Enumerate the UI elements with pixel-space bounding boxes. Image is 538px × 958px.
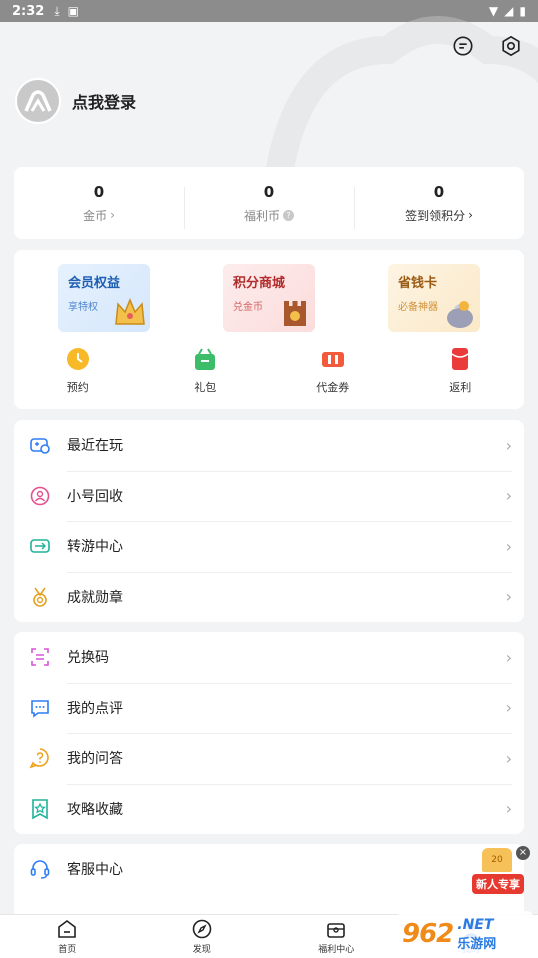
stat-coins[interactable]: 0 金币 › bbox=[14, 183, 184, 224]
gift-icon bbox=[195, 348, 216, 370]
tab-label: 福利中心 bbox=[318, 945, 355, 955]
menu-label: 客服中心 bbox=[67, 862, 123, 879]
menu-label: 兑换码 bbox=[67, 650, 109, 667]
menu-label: 我的点评 bbox=[67, 700, 123, 717]
menu-label: 我的问答 bbox=[67, 751, 123, 768]
message-icon[interactable] bbox=[450, 33, 476, 59]
quick-reservation[interactable]: 预约 bbox=[14, 346, 142, 395]
chevron-right-icon: › bbox=[505, 698, 512, 718]
stat-checkin-points[interactable]: 0 签到领积分 › bbox=[354, 182, 524, 229]
chevron-right-icon: › bbox=[110, 208, 115, 222]
chevron-right-icon: › bbox=[505, 799, 512, 819]
promo-title: 省钱卡 bbox=[398, 276, 438, 291]
chevron-right-icon: › bbox=[468, 208, 473, 222]
question-icon: ? bbox=[283, 209, 294, 221]
menu-item-transfer-center[interactable]: 转游中心 › bbox=[14, 521, 524, 572]
menu-item-guide-favorites[interactable]: 攻略收藏 › bbox=[14, 783, 524, 835]
transfer-game-icon bbox=[29, 535, 51, 557]
avatar[interactable] bbox=[15, 78, 61, 124]
menu-item-my-qa[interactable]: 我的问答 › bbox=[14, 733, 524, 784]
stat-coins-value: 0 bbox=[93, 182, 105, 201]
stat-welfare-coins[interactable]: 0 福利币? bbox=[184, 182, 354, 229]
crown-icon bbox=[115, 298, 145, 325]
download-icon: ⤓ bbox=[54, 3, 60, 18]
watermark-cn: 乐游网 bbox=[457, 936, 497, 952]
menu-item-recently-played[interactable]: 最近在玩 › bbox=[14, 420, 524, 471]
site-watermark: 962 .NET 乐游网 bbox=[398, 911, 533, 957]
promo-title: 积分商城 bbox=[233, 276, 286, 291]
castle-icon bbox=[284, 301, 306, 326]
tab-welfare-center[interactable]: 福利中心 bbox=[269, 915, 404, 958]
promo-saving-card[interactable]: 省钱卡 必备神器 bbox=[388, 264, 480, 332]
compass-icon bbox=[192, 919, 212, 939]
scan-code-icon bbox=[29, 646, 51, 668]
bookmark-star-icon bbox=[29, 798, 51, 820]
menu-group-2: 兑换码 › 我的点评 › 我的问答 › 攻略收藏 › bbox=[14, 632, 524, 834]
settings-icon[interactable] bbox=[498, 33, 524, 59]
status-time: 2:32 bbox=[12, 3, 45, 19]
welfare-box-icon bbox=[327, 923, 346, 938]
quick-label: 返利 bbox=[449, 381, 472, 394]
newcomer-floating-badge[interactable]: 20 新人专享 × bbox=[470, 846, 530, 898]
stat-checkin-label: 签到领积分 › bbox=[405, 208, 473, 223]
menu-item-my-reviews[interactable]: 我的点评 › bbox=[14, 682, 524, 734]
watermark-net: .NET bbox=[457, 916, 494, 933]
tab-label: 首页 bbox=[58, 945, 77, 955]
menu-label: 最近在玩 bbox=[67, 438, 123, 455]
medal-icon bbox=[29, 586, 51, 608]
menu-label: 成就勋章 bbox=[67, 589, 123, 606]
quick-label: 预约 bbox=[66, 381, 89, 394]
profile-login[interactable]: 点我登录 bbox=[15, 78, 136, 124]
benefits-card: 会员权益 享特权 积分商城 兑金币 省钱卡 必备神器 预约 礼包 代金券 返利 bbox=[14, 250, 524, 409]
tab-discover[interactable]: 发现 bbox=[135, 915, 270, 958]
quick-gift-pack[interactable]: 礼包 bbox=[142, 346, 270, 395]
promo-points-mall[interactable]: 积分商城 兑金币 bbox=[223, 264, 315, 332]
coupon-icon bbox=[321, 352, 344, 367]
newcomer-text: 新人专享 bbox=[472, 874, 524, 894]
stat-welfare-label: 福利币? bbox=[244, 207, 294, 224]
chevron-right-icon: › bbox=[505, 536, 512, 556]
menu-label: 转游中心 bbox=[67, 539, 123, 556]
menu-label: 攻略收藏 bbox=[67, 801, 123, 818]
quick-label: 代金券 bbox=[316, 381, 350, 394]
chevron-right-icon: › bbox=[505, 587, 512, 607]
question-bubble-icon bbox=[29, 747, 51, 769]
menu-group-1: 最近在玩 › 小号回收 › 转游中心 › 成就勋章 › bbox=[14, 420, 524, 622]
comment-icon bbox=[29, 697, 51, 719]
quick-label: 礼包 bbox=[194, 381, 217, 394]
quick-actions: 预约 礼包 代金券 返利 bbox=[14, 346, 524, 395]
menu-item-account-recycle[interactable]: 小号回收 › bbox=[14, 470, 524, 522]
menu-item-customer-service[interactable]: 客服中心 bbox=[14, 844, 524, 895]
chevron-right-icon: › bbox=[505, 748, 512, 768]
home-icon bbox=[58, 920, 77, 938]
stats-card: 0 金币 › 0 福利币? 0 签到领积分 › bbox=[14, 167, 524, 239]
close-icon[interactable]: × bbox=[516, 846, 530, 860]
chevron-right-icon: › bbox=[505, 435, 512, 455]
menu-item-redeem-code[interactable]: 兑换码 › bbox=[14, 632, 524, 683]
red-envelope-icon bbox=[451, 348, 469, 370]
chevron-right-icon: › bbox=[505, 647, 512, 667]
stat-checkin-value: 0 bbox=[433, 182, 445, 201]
gamepad-clock-icon bbox=[29, 434, 51, 456]
tab-label: 发现 bbox=[192, 945, 211, 955]
chevron-right-icon: › bbox=[505, 486, 512, 506]
headset-icon bbox=[29, 858, 51, 880]
tab-home[interactable]: 首页 bbox=[0, 915, 135, 958]
quick-rebate[interactable]: 返利 bbox=[397, 346, 525, 395]
menu-item-achievements[interactable]: 成就勋章 › bbox=[14, 571, 524, 623]
gift-bag-icon: 20 bbox=[482, 848, 512, 872]
promo-vip-benefits[interactable]: 会员权益 享特权 bbox=[58, 264, 150, 332]
recycle-user-icon bbox=[29, 485, 51, 507]
menu-label: 小号回收 bbox=[67, 488, 123, 505]
promo-title: 会员权益 bbox=[68, 276, 121, 291]
stat-coins-label: 金币 › bbox=[83, 208, 115, 223]
stat-welfare-value: 0 bbox=[263, 182, 275, 201]
clock-icon bbox=[66, 348, 89, 370]
money-bag-icon bbox=[447, 301, 473, 328]
login-text[interactable]: 点我登录 bbox=[72, 89, 136, 113]
quick-coupon[interactable]: 代金券 bbox=[269, 346, 397, 395]
app-notification-icon: ▣ bbox=[67, 4, 79, 18]
watermark-number: 962 bbox=[402, 919, 454, 949]
